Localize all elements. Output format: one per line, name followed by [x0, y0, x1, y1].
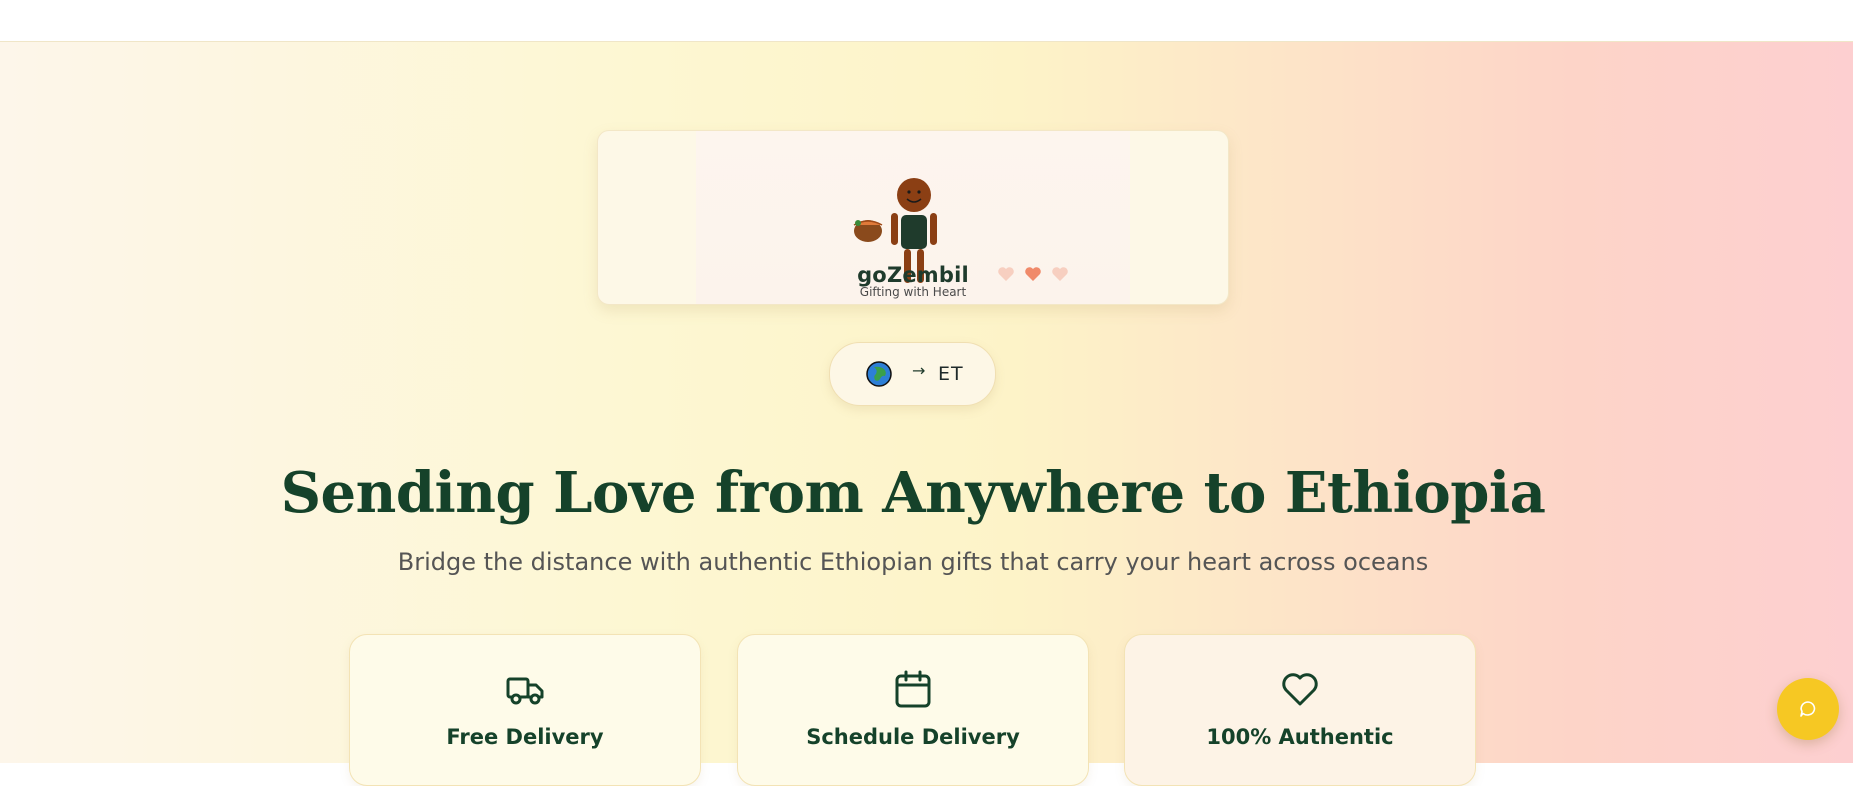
feature-card-free-delivery: Free Delivery [349, 634, 701, 786]
feature-title: Free Delivery [446, 725, 604, 749]
heart-icon [1025, 267, 1041, 281]
hero-subheadline: Bridge the distance with authentic Ethio… [397, 548, 1429, 576]
region-selector[interactable]: → ET [829, 342, 996, 406]
feature-card-schedule-delivery: Schedule Delivery [737, 634, 1089, 786]
globe-icon [866, 361, 892, 387]
arrow-icon: → [912, 361, 926, 380]
heart-icon [1052, 267, 1068, 281]
chat-bubble-icon [1800, 701, 1816, 717]
top-navbar [0, 0, 1853, 42]
brand-tagline: Gifting with Heart [859, 285, 967, 299]
calendar-icon [895, 670, 931, 708]
region-code: ET [938, 363, 964, 385]
feature-title: Schedule Delivery [806, 725, 1020, 749]
chat-button[interactable] [1777, 678, 1839, 740]
heart-icon [1282, 673, 1318, 706]
feature-card-authentic: 100% Authentic [1124, 634, 1476, 786]
heart-icon [998, 267, 1014, 281]
truck-icon [506, 677, 544, 705]
hearts-decoration [998, 267, 1068, 281]
hero-headline: Sending Love from Anywhere to Ethiopia [280, 460, 1546, 526]
feature-title: 100% Authentic [1206, 725, 1394, 749]
brand-banner: goZembil Gifting with Heart [597, 130, 1229, 305]
